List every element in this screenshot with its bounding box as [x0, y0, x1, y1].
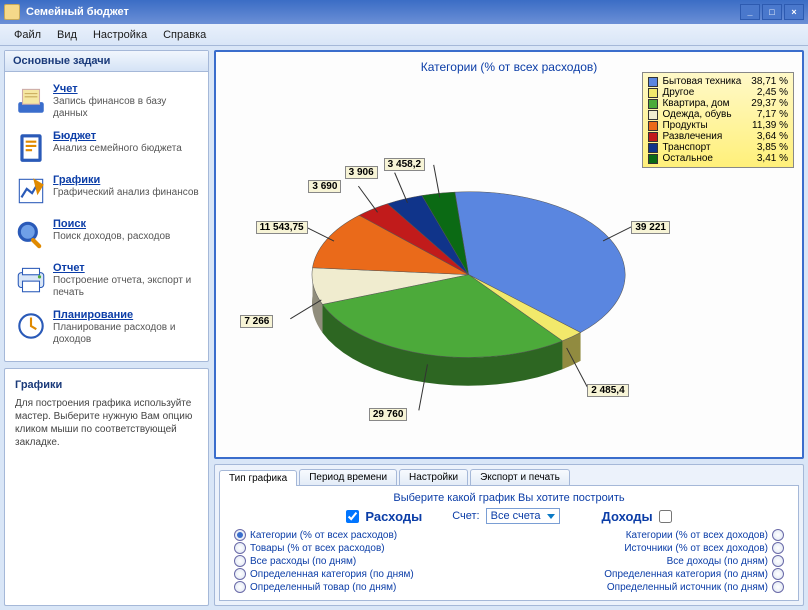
- task-desc: Графический анализ финансов: [53, 187, 200, 199]
- data-label: 29 760: [369, 408, 408, 421]
- task-title: Планирование: [53, 309, 200, 321]
- task-icon: [13, 309, 49, 343]
- tab-2[interactable]: Настройки: [399, 469, 468, 485]
- option[interactable]: Товары (% от всех расходов): [230, 542, 509, 554]
- tabstrip: Тип графикаПериод времениНастройкиЭкспор…: [219, 469, 799, 486]
- task-desc: Запись финансов в базу данных: [53, 96, 200, 120]
- legend-item: Квартира, дом29,37 %: [648, 98, 788, 109]
- task-отчет[interactable]: ОтчетПостроение отчета, экспорт и печать: [11, 257, 202, 304]
- task-title: Учет: [53, 83, 200, 95]
- legend-item: Бытовая техника38,71 %: [648, 76, 788, 87]
- tasks-list: УчетЗапись финансов в базу данныхБюджетА…: [5, 72, 208, 361]
- radio[interactable]: [772, 529, 784, 541]
- legend-item: Другое2,45 %: [648, 87, 788, 98]
- legend-item: Продукты11,39 %: [648, 120, 788, 131]
- task-графики[interactable]: ГрафикиГрафический анализ финансов: [11, 169, 202, 213]
- task-поиск[interactable]: ПоискПоиск доходов, расходов: [11, 213, 202, 257]
- window-title: Семейный бюджет: [26, 6, 129, 18]
- close-button[interactable]: ×: [784, 4, 804, 20]
- task-desc: Анализ семейного бюджета: [53, 143, 200, 155]
- menu-view[interactable]: Вид: [49, 27, 85, 43]
- menu-file[interactable]: Файл: [6, 27, 49, 43]
- legend-item: Одежда, обувь7,17 %: [648, 109, 788, 120]
- app-window: Семейный бюджет _ □ × Файл Вид Настройка…: [0, 0, 808, 610]
- option[interactable]: Определенный источник (по дням): [509, 581, 788, 593]
- radio[interactable]: [772, 568, 784, 580]
- tab-1[interactable]: Период времени: [299, 469, 397, 485]
- radio[interactable]: [234, 542, 246, 554]
- option[interactable]: Категории (% от всех расходов): [230, 529, 509, 541]
- data-label: 39 221: [631, 221, 670, 234]
- income-label: Доходы: [602, 509, 653, 524]
- tab-3[interactable]: Экспорт и печать: [470, 469, 570, 485]
- task-icon: [13, 218, 49, 252]
- option[interactable]: Определенная категория (по дням): [509, 568, 788, 580]
- radio[interactable]: [234, 581, 246, 593]
- task-title: Графики: [53, 174, 200, 186]
- task-desc: Построение отчета, экспорт и печать: [53, 275, 200, 299]
- option[interactable]: Определенная категория (по дням): [230, 568, 509, 580]
- legend-item: Транспорт3,85 %: [648, 142, 788, 153]
- option[interactable]: Определенный товар (по дням): [230, 581, 509, 593]
- chart-panel: Категории (% от всех расходов) Бытовая т…: [214, 50, 804, 459]
- data-label: 3 906: [345, 166, 378, 179]
- task-бюджет[interactable]: БюджетАнализ семейного бюджета: [11, 125, 202, 169]
- help-title: Графики: [15, 379, 198, 391]
- data-label: 2 485,4: [587, 384, 628, 397]
- task-icon: [13, 174, 49, 208]
- income-checkbox[interactable]: [659, 510, 672, 523]
- titlebar[interactable]: Семейный бюджет _ □ ×: [0, 0, 808, 24]
- radio[interactable]: [234, 529, 246, 541]
- help-text: Для построения графика используйте масте…: [15, 397, 198, 449]
- option[interactable]: Источники (% от всех доходов): [509, 542, 788, 554]
- income-options: Категории (% от всех доходов)Источники (…: [509, 528, 788, 594]
- radio[interactable]: [234, 555, 246, 567]
- data-label: 3 458,2: [384, 158, 425, 171]
- legend-item: Остальное3,41 %: [648, 153, 788, 164]
- data-label: 11 543,75: [256, 221, 308, 234]
- app-icon: [4, 4, 20, 20]
- option[interactable]: Все расходы (по дням): [230, 555, 509, 567]
- task-планирование[interactable]: ПланированиеПланирование расходов и дохо…: [11, 304, 202, 351]
- task-title: Поиск: [53, 218, 200, 230]
- tab-0[interactable]: Тип графика: [219, 470, 297, 486]
- radio[interactable]: [772, 555, 784, 567]
- expenses-label: Расходы: [365, 509, 422, 524]
- task-icon: [13, 130, 49, 164]
- menubar: Файл Вид Настройка Справка: [0, 24, 808, 46]
- radio[interactable]: [234, 568, 246, 580]
- tasks-header: Основные задачи: [5, 51, 208, 72]
- task-desc: Планирование расходов и доходов: [53, 322, 200, 346]
- account-select[interactable]: Все счета: [486, 508, 560, 524]
- task-title: Бюджет: [53, 130, 200, 142]
- task-icon: [13, 262, 49, 296]
- maximize-button[interactable]: □: [762, 4, 782, 20]
- data-label: 3 690: [308, 180, 341, 193]
- task-title: Отчет: [53, 262, 200, 274]
- task-desc: Поиск доходов, расходов: [53, 231, 200, 243]
- chart-legend: Бытовая техника38,71 %Другое2,45 %Кварти…: [642, 72, 794, 168]
- radio[interactable]: [772, 542, 784, 554]
- menu-settings[interactable]: Настройка: [85, 27, 155, 43]
- account-label: Счет:: [452, 510, 479, 522]
- data-label: 7 266: [240, 315, 273, 328]
- expenses-checkbox[interactable]: [346, 510, 359, 523]
- controls-heading: Выберите какой график Вы хотите построит…: [230, 492, 788, 504]
- task-icon: [13, 83, 49, 117]
- chart-title: Категории (% от всех расходов): [216, 52, 802, 74]
- expense-options: Категории (% от всех расходов)Товары (% …: [230, 528, 509, 594]
- option[interactable]: Все доходы (по дням): [509, 555, 788, 567]
- minimize-button[interactable]: _: [740, 4, 760, 20]
- menu-help[interactable]: Справка: [155, 27, 214, 43]
- radio[interactable]: [772, 581, 784, 593]
- legend-item: Развлечения3,64 %: [648, 131, 788, 142]
- controls-panel: Тип графикаПериод времениНастройкиЭкспор…: [214, 464, 804, 606]
- task-учет[interactable]: УчетЗапись финансов в базу данных: [11, 78, 202, 125]
- option[interactable]: Категории (% от всех доходов): [509, 529, 788, 541]
